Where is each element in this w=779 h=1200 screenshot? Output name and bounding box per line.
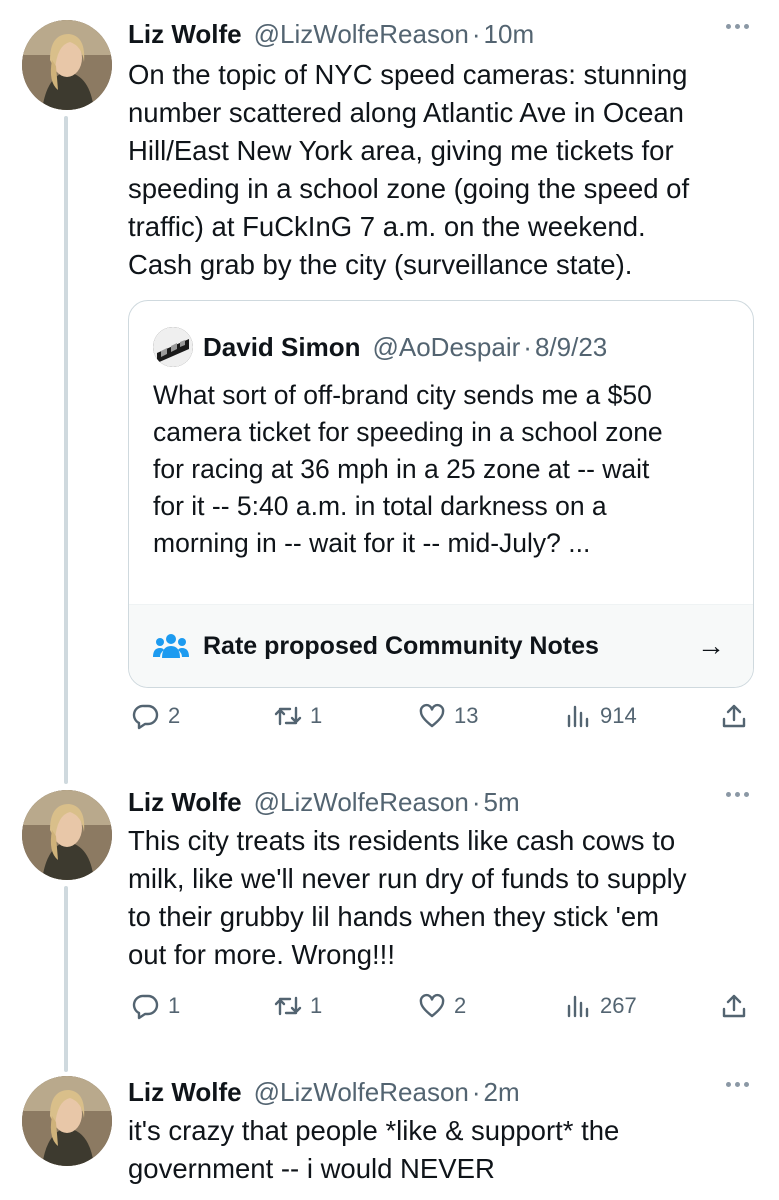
quoted-timestamp: 8/9/23: [534, 331, 608, 362]
reply-button[interactable]: 1: [132, 992, 180, 1020]
avatar-image: [22, 1076, 112, 1166]
like-button[interactable]: 13: [418, 702, 478, 730]
views-icon: [567, 995, 589, 1018]
reply-icon: [132, 994, 159, 1020]
tweet-header: Liz Wolfe @LizWolfeReason · 2m: [128, 1074, 749, 1110]
quoted-tweet[interactable]: David Simon @AoDespair · 8/9/23 What sor…: [128, 300, 754, 688]
author-handle[interactable]: @LizWolfeReason: [254, 787, 469, 818]
share-icon: [722, 704, 746, 728]
tweet-text: it's crazy that people *like & support* …: [128, 1115, 620, 1184]
share-icon: [722, 994, 746, 1018]
tweet-text: This city treats its residents like cash…: [128, 825, 687, 970]
views-icon: [567, 705, 589, 728]
reply-button[interactable]: 2: [132, 702, 180, 730]
views-button[interactable]: 914: [564, 702, 637, 730]
separator: ·: [471, 1076, 481, 1107]
community-notes-banner[interactable]: Rate proposed Community Notes →: [129, 604, 753, 687]
author-name[interactable]: Liz Wolfe: [128, 19, 242, 50]
share-button[interactable]: [720, 702, 748, 730]
community-notes-icon: [153, 634, 189, 658]
separator: ·: [471, 786, 481, 817]
separator: ·: [523, 331, 532, 362]
avatar-image: [22, 790, 112, 880]
more-icon[interactable]: [726, 1082, 749, 1087]
share-button[interactable]: [720, 992, 748, 1020]
views-count: 914: [600, 703, 637, 728]
tweet-2[interactable]: Liz Wolfe @LizWolfeReason · 5m This city…: [0, 780, 779, 1070]
like-icon: [419, 703, 445, 728]
timestamp[interactable]: 2m: [484, 1077, 520, 1108]
views-button[interactable]: 267: [564, 992, 637, 1020]
quoted-author-handle: @AoDespair: [372, 331, 521, 362]
author-handle[interactable]: @LizWolfeReason: [254, 19, 469, 50]
community-notes-label: Rate proposed Community Notes: [203, 631, 599, 660]
like-icon: [419, 993, 445, 1018]
more-icon[interactable]: [726, 24, 749, 29]
avatar[interactable]: [22, 20, 112, 110]
timestamp[interactable]: 5m: [484, 787, 520, 818]
quoted-avatar: [153, 327, 193, 367]
author-handle[interactable]: @LizWolfeReason: [254, 1077, 469, 1108]
repost-icon: [274, 706, 302, 726]
reply-count: 1: [168, 993, 181, 1018]
tweet-3[interactable]: Liz Wolfe @LizWolfeReason · 2m it's craz…: [0, 1070, 779, 1200]
reply-icon: [132, 704, 159, 730]
tweet-actions: 1 1 2 267: [128, 992, 754, 1032]
tweet-1[interactable]: Liz Wolfe @LizWolfeReason · 10m On the t…: [0, 0, 779, 780]
repost-icon: [274, 996, 302, 1016]
quoted-tweet-header: David Simon @AoDespair · 8/9/23: [153, 327, 608, 367]
avatar-image: [22, 20, 112, 110]
author-name[interactable]: Liz Wolfe: [128, 1077, 242, 1108]
author-name[interactable]: Liz Wolfe: [128, 787, 242, 818]
like-count: 13: [454, 703, 479, 728]
timestamp[interactable]: 10m: [484, 19, 535, 50]
quoted-author-name: David Simon: [203, 331, 361, 362]
avatar[interactable]: [22, 790, 112, 880]
views-count: 267: [600, 993, 637, 1018]
quoted-tweet-text: What sort of off-brand city sends me a $…: [153, 380, 663, 558]
tweet-actions: 2 1 13 914: [128, 702, 754, 742]
separator: ·: [471, 18, 481, 49]
reply-count: 2: [168, 703, 181, 728]
repost-count: 1: [310, 703, 323, 728]
repost-button[interactable]: 1: [274, 702, 322, 730]
tweet-header: Liz Wolfe @LizWolfeReason · 5m: [128, 784, 749, 820]
avatar[interactable]: [22, 1076, 112, 1166]
repost-count: 1: [310, 993, 323, 1018]
tweet-header: Liz Wolfe @LizWolfeReason · 10m: [128, 16, 749, 52]
like-count: 2: [454, 993, 467, 1018]
more-icon[interactable]: [726, 792, 749, 797]
like-button[interactable]: 2: [418, 992, 466, 1020]
repost-button[interactable]: 1: [274, 992, 322, 1020]
arrow-right-icon[interactable]: →: [697, 630, 725, 662]
tweet-text: On the topic of NYC speed cameras: stunn…: [128, 59, 690, 280]
